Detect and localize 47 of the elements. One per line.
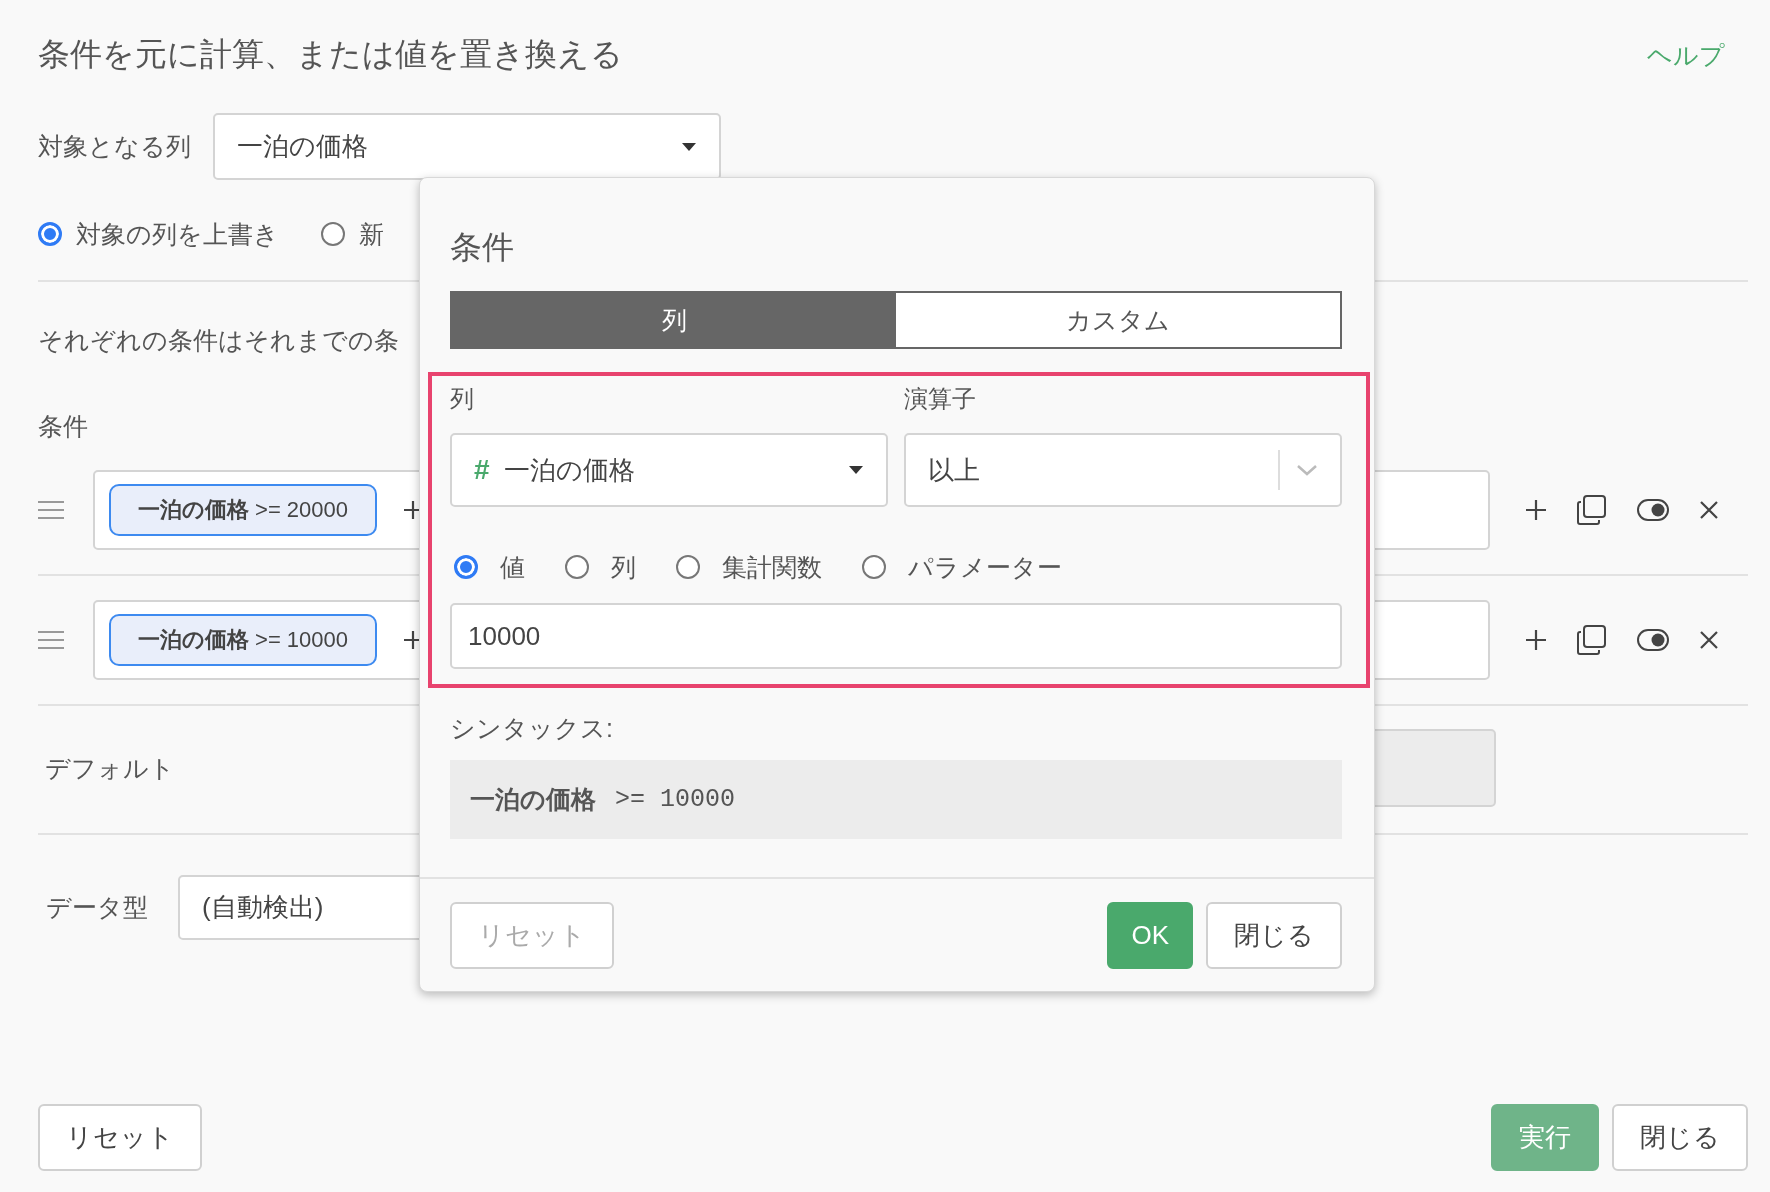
- toggle-icon[interactable]: [1637, 629, 1669, 651]
- close-icon[interactable]: [1699, 500, 1719, 520]
- radio-option[interactable]: 対象の列を上書き: [38, 217, 279, 251]
- radio-option[interactable]: 値: [454, 550, 525, 584]
- radio-button[interactable]: [565, 555, 589, 579]
- radio-option[interactable]: パラメーター: [862, 550, 1062, 584]
- condition-chip[interactable]: 一泊の価格 >= 20000: [109, 484, 377, 536]
- number-type-icon: #: [474, 454, 490, 486]
- drag-handle-icon[interactable]: [38, 500, 64, 520]
- value-input[interactable]: 10000: [450, 603, 1342, 669]
- field-label: 対象となる列: [38, 131, 191, 162]
- plus-icon[interactable]: [1525, 499, 1547, 521]
- page-title: 条件を元に計算、または値を置き換える: [38, 35, 623, 74]
- description-text: それぞれの条件はそれまでの条: [38, 325, 399, 356]
- section-label: 条件: [38, 411, 88, 442]
- radio-button[interactable]: [38, 222, 62, 246]
- tab[interactable]: カスタム: [896, 293, 1340, 347]
- close-icon[interactable]: [1699, 630, 1719, 650]
- plus-icon[interactable]: [1525, 629, 1547, 651]
- copy-icon[interactable]: [1577, 495, 1607, 525]
- syntax-label: シンタックス:: [450, 713, 614, 744]
- field-label: 列: [450, 384, 475, 414]
- radio-option[interactable]: 列: [565, 550, 636, 584]
- column-select[interactable]: 一泊の価格: [213, 113, 721, 180]
- radio-option[interactable]: 新: [321, 217, 384, 251]
- caret-icon[interactable]: [681, 141, 697, 152]
- radio-button[interactable]: [862, 555, 886, 579]
- field-label: 演算子: [904, 384, 977, 414]
- reset-button[interactable]: リセット: [38, 1104, 202, 1171]
- condition-chip[interactable]: 一泊の価格 >= 10000: [109, 614, 377, 666]
- radio-option[interactable]: 集計関数: [676, 550, 822, 584]
- copy-icon[interactable]: [1577, 625, 1607, 655]
- field-label: デフォルト: [45, 752, 175, 784]
- syntax-preview: 一泊の価格 >= 10000: [450, 760, 1342, 839]
- toggle-icon[interactable]: [1637, 499, 1669, 521]
- radio-button[interactable]: [454, 555, 478, 579]
- tab[interactable]: 列: [452, 293, 896, 347]
- operator-select[interactable]: 以上: [904, 433, 1342, 507]
- column-select[interactable]: # 一泊の価格: [450, 433, 888, 507]
- dialog-title: 条件: [450, 228, 515, 266]
- field-label: データ型: [46, 892, 148, 923]
- radio-button[interactable]: [676, 555, 700, 579]
- caret-icon[interactable]: [848, 465, 864, 475]
- close-button[interactable]: 閉じる: [1206, 902, 1342, 969]
- drag-handle-icon[interactable]: [38, 630, 64, 650]
- radio-button[interactable]: [321, 222, 345, 246]
- close-button[interactable]: 閉じる: [1612, 1104, 1748, 1171]
